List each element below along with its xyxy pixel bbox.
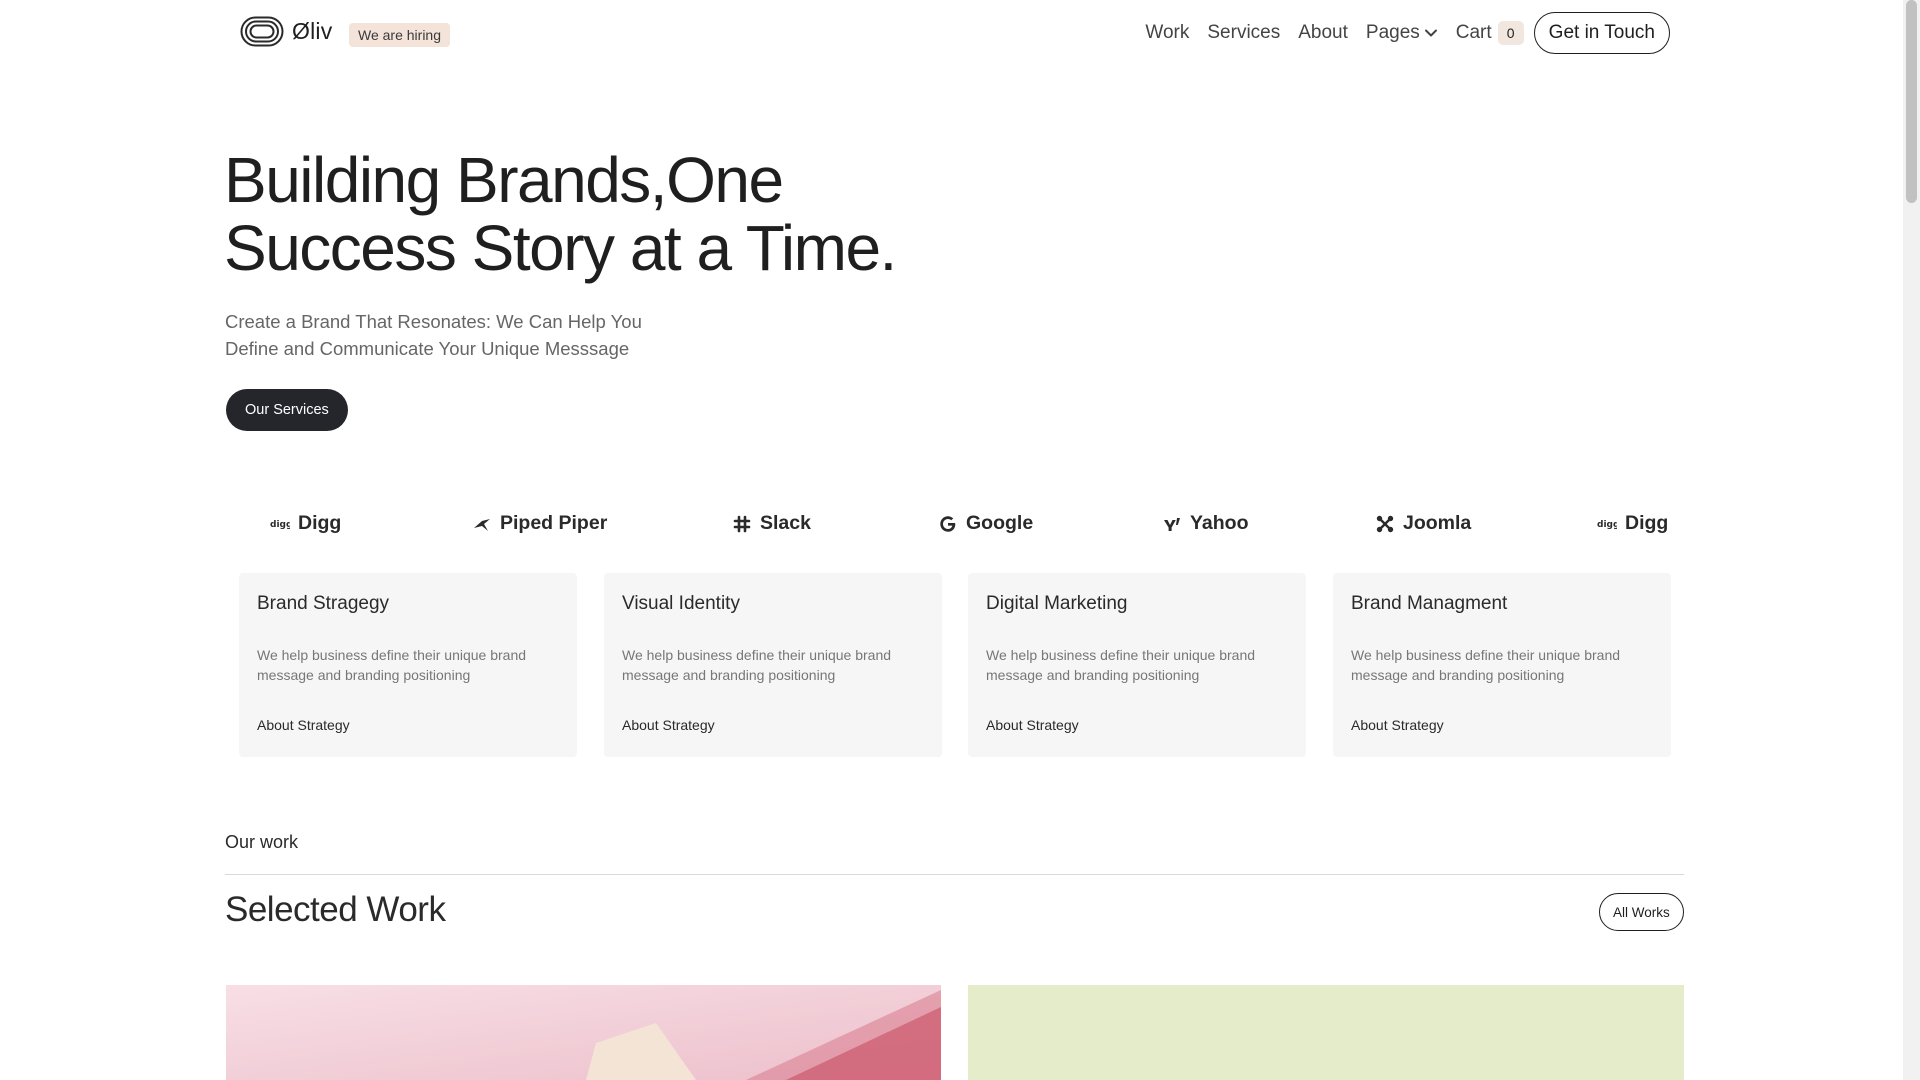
client-logo-label: Yahoo bbox=[1190, 512, 1249, 534]
main-nav: Work Services About Pages Cart 0 Get in … bbox=[1127, 12, 1670, 54]
nav-cart-label: Cart bbox=[1455, 22, 1492, 43]
google-icon bbox=[938, 514, 958, 534]
scrollbar-thumb[interactable] bbox=[1906, 0, 1917, 203]
service-card[interactable]: Brand Stragegy We help business define t… bbox=[239, 573, 577, 757]
service-card-description: We help business define their unique bra… bbox=[1351, 647, 1621, 683]
get-in-touch-button[interactable]: Get in Touch bbox=[1533, 12, 1670, 54]
client-logo-label: Joomla bbox=[1403, 512, 1472, 534]
service-card[interactable]: Digital Marketing We help business defin… bbox=[968, 573, 1306, 757]
all-works-button[interactable]: All Works bbox=[1599, 893, 1684, 931]
client-logos: digg Digg Piped Piper Slack Google Yahoo… bbox=[240, 512, 1670, 540]
client-logo-label: Piped Piper bbox=[500, 512, 608, 534]
chevron-down-icon bbox=[1424, 29, 1437, 37]
nav-pages-label: Pages bbox=[1365, 22, 1420, 43]
digg-icon: digg bbox=[270, 514, 290, 534]
logo[interactable]: Øliv bbox=[240, 16, 332, 47]
section-title: Selected Work bbox=[225, 890, 446, 929]
page-scrollbar[interactable] bbox=[1903, 0, 1920, 1080]
slack-icon bbox=[732, 514, 752, 534]
site-header: Øliv We are hiring Work Services About P… bbox=[0, 0, 1903, 68]
our-services-button[interactable]: Our Services bbox=[226, 389, 348, 431]
logo-text: Øliv bbox=[292, 18, 333, 44]
service-card-title: Visual Identity bbox=[622, 593, 740, 614]
service-card-description: We help business define their unique bra… bbox=[986, 647, 1256, 683]
yahoo-icon bbox=[1162, 514, 1182, 534]
work-thumbnail[interactable] bbox=[226, 985, 941, 1080]
logo-icon bbox=[240, 16, 284, 47]
hero-subtitle-line1: Create a Brand That Resonates: We Can He… bbox=[225, 311, 642, 332]
service-card[interactable]: Brand Managment We help business define … bbox=[1333, 573, 1671, 757]
section-label: Our work bbox=[225, 832, 299, 852]
client-logo-piped-piper: Piped Piper bbox=[472, 512, 607, 535]
hero-title-line1: Building Brands,One bbox=[224, 144, 784, 216]
hiring-badge[interactable]: We are hiring bbox=[349, 23, 451, 47]
svg-text:digg: digg bbox=[1597, 520, 1617, 530]
client-logo-slack: Slack bbox=[732, 512, 811, 535]
service-card-link[interactable]: About Strategy bbox=[986, 717, 1079, 733]
nav-services[interactable]: Services bbox=[1207, 22, 1280, 44]
nav-about[interactable]: About bbox=[1298, 22, 1348, 44]
client-logo-joomla: Joomla bbox=[1375, 512, 1471, 535]
client-logo-label: Digg bbox=[298, 512, 342, 534]
client-logo-google: Google bbox=[938, 512, 1033, 535]
nav-work[interactable]: Work bbox=[1145, 22, 1189, 44]
digg-icon: digg bbox=[1597, 514, 1617, 534]
client-logo-label: Google bbox=[966, 512, 1034, 534]
hero-title: Building Brands,One Success Story at a T… bbox=[224, 146, 1124, 282]
service-card-link[interactable]: About Strategy bbox=[1351, 717, 1444, 733]
service-card[interactable]: Visual Identity We help business define … bbox=[604, 573, 942, 757]
nav-cart[interactable]: Cart 0 bbox=[1456, 21, 1524, 45]
svg-text:digg: digg bbox=[270, 520, 290, 530]
cart-count-badge: 0 bbox=[1497, 21, 1524, 45]
client-logo-digg: digg Digg bbox=[270, 512, 341, 535]
joomla-icon bbox=[1375, 514, 1395, 534]
service-card-link[interactable]: About Strategy bbox=[622, 717, 715, 733]
client-logo-label: Digg bbox=[1625, 512, 1669, 534]
service-card-title: Brand Managment bbox=[1351, 593, 1508, 614]
service-card-link[interactable]: About Strategy bbox=[257, 717, 350, 733]
service-card-description: We help business define their unique bra… bbox=[622, 647, 892, 683]
service-card-description: We help business define their unique bra… bbox=[257, 647, 527, 683]
client-logo-yahoo: Yahoo bbox=[1162, 512, 1249, 535]
pied-piper-icon bbox=[472, 514, 492, 534]
hero-subtitle-line2: Define and Communicate Your Unique Messs… bbox=[225, 338, 630, 359]
section-divider bbox=[225, 874, 1684, 875]
work-thumbnail-image bbox=[226, 985, 941, 1080]
hero-title-line2: Success Story at a Time. bbox=[224, 212, 897, 284]
nav-pages[interactable]: Pages bbox=[1366, 22, 1438, 44]
hero-subtitle: Create a Brand That Resonates: We Can He… bbox=[225, 308, 685, 362]
client-logo-label: Slack bbox=[760, 512, 811, 534]
client-logo-digg: digg Digg bbox=[1597, 512, 1668, 535]
work-thumbnail[interactable] bbox=[968, 985, 1684, 1080]
service-card-title: Digital Marketing bbox=[986, 593, 1128, 614]
service-card-title: Brand Stragegy bbox=[257, 593, 390, 614]
